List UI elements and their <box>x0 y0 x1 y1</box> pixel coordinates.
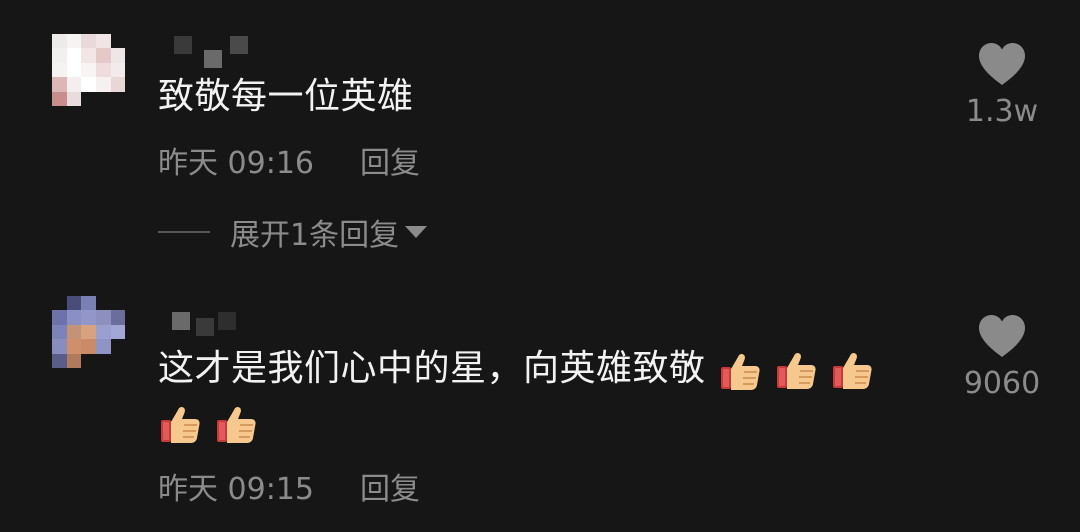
comment-text: 致敬每一位英雄 <box>158 76 414 117</box>
emoji-group <box>706 341 762 399</box>
like-count: 1.3w <box>965 94 1039 129</box>
comment-meta: 昨天 09:15 回复 <box>158 464 420 508</box>
expand-replies-button[interactable]: 展开1条回复 <box>158 212 428 253</box>
comment-text-continued <box>146 394 258 452</box>
comment-meta: 昨天 09:16 回复 <box>158 138 420 182</box>
thumbs-up-icon <box>718 349 762 393</box>
comment-item-1: 致敬每一位英雄 昨天 09:16 回复 1.3w 展开1条回复 <box>0 0 1080 253</box>
comment-time: 昨天 09:15 <box>158 472 314 507</box>
comment-item-2: 这才是我们心中的星，向英雄致敬 昨天 09:15 回复 9060 <box>0 280 1080 532</box>
username-redacted[interactable] <box>160 312 250 336</box>
thumbs-up-icon <box>214 402 258 446</box>
caret-down-icon <box>405 226 428 238</box>
heart-icon[interactable] <box>952 314 1052 358</box>
comment-text-content: 这才是我们心中的星，向英雄致敬 <box>158 348 706 389</box>
username-redacted[interactable] <box>160 36 250 68</box>
comment-text: 这才是我们心中的星，向英雄致敬 <box>158 340 874 399</box>
like-button[interactable]: 1.3w <box>952 42 1052 129</box>
thumbs-up-icon <box>830 348 874 392</box>
like-button[interactable]: 9060 <box>952 314 1052 401</box>
avatar[interactable] <box>52 296 140 368</box>
reply-button[interactable]: 回复 <box>360 146 420 181</box>
reply-button[interactable]: 回复 <box>360 472 420 507</box>
like-count: 9060 <box>963 366 1041 401</box>
thumbs-up-icon <box>774 348 818 392</box>
divider-line <box>158 231 210 233</box>
comment-time: 昨天 09:16 <box>158 146 314 181</box>
heart-icon[interactable] <box>952 42 1052 86</box>
avatar[interactable] <box>52 34 140 106</box>
thumbs-up-icon <box>158 402 202 446</box>
expand-replies-label: 展开1条回复 <box>230 218 400 253</box>
